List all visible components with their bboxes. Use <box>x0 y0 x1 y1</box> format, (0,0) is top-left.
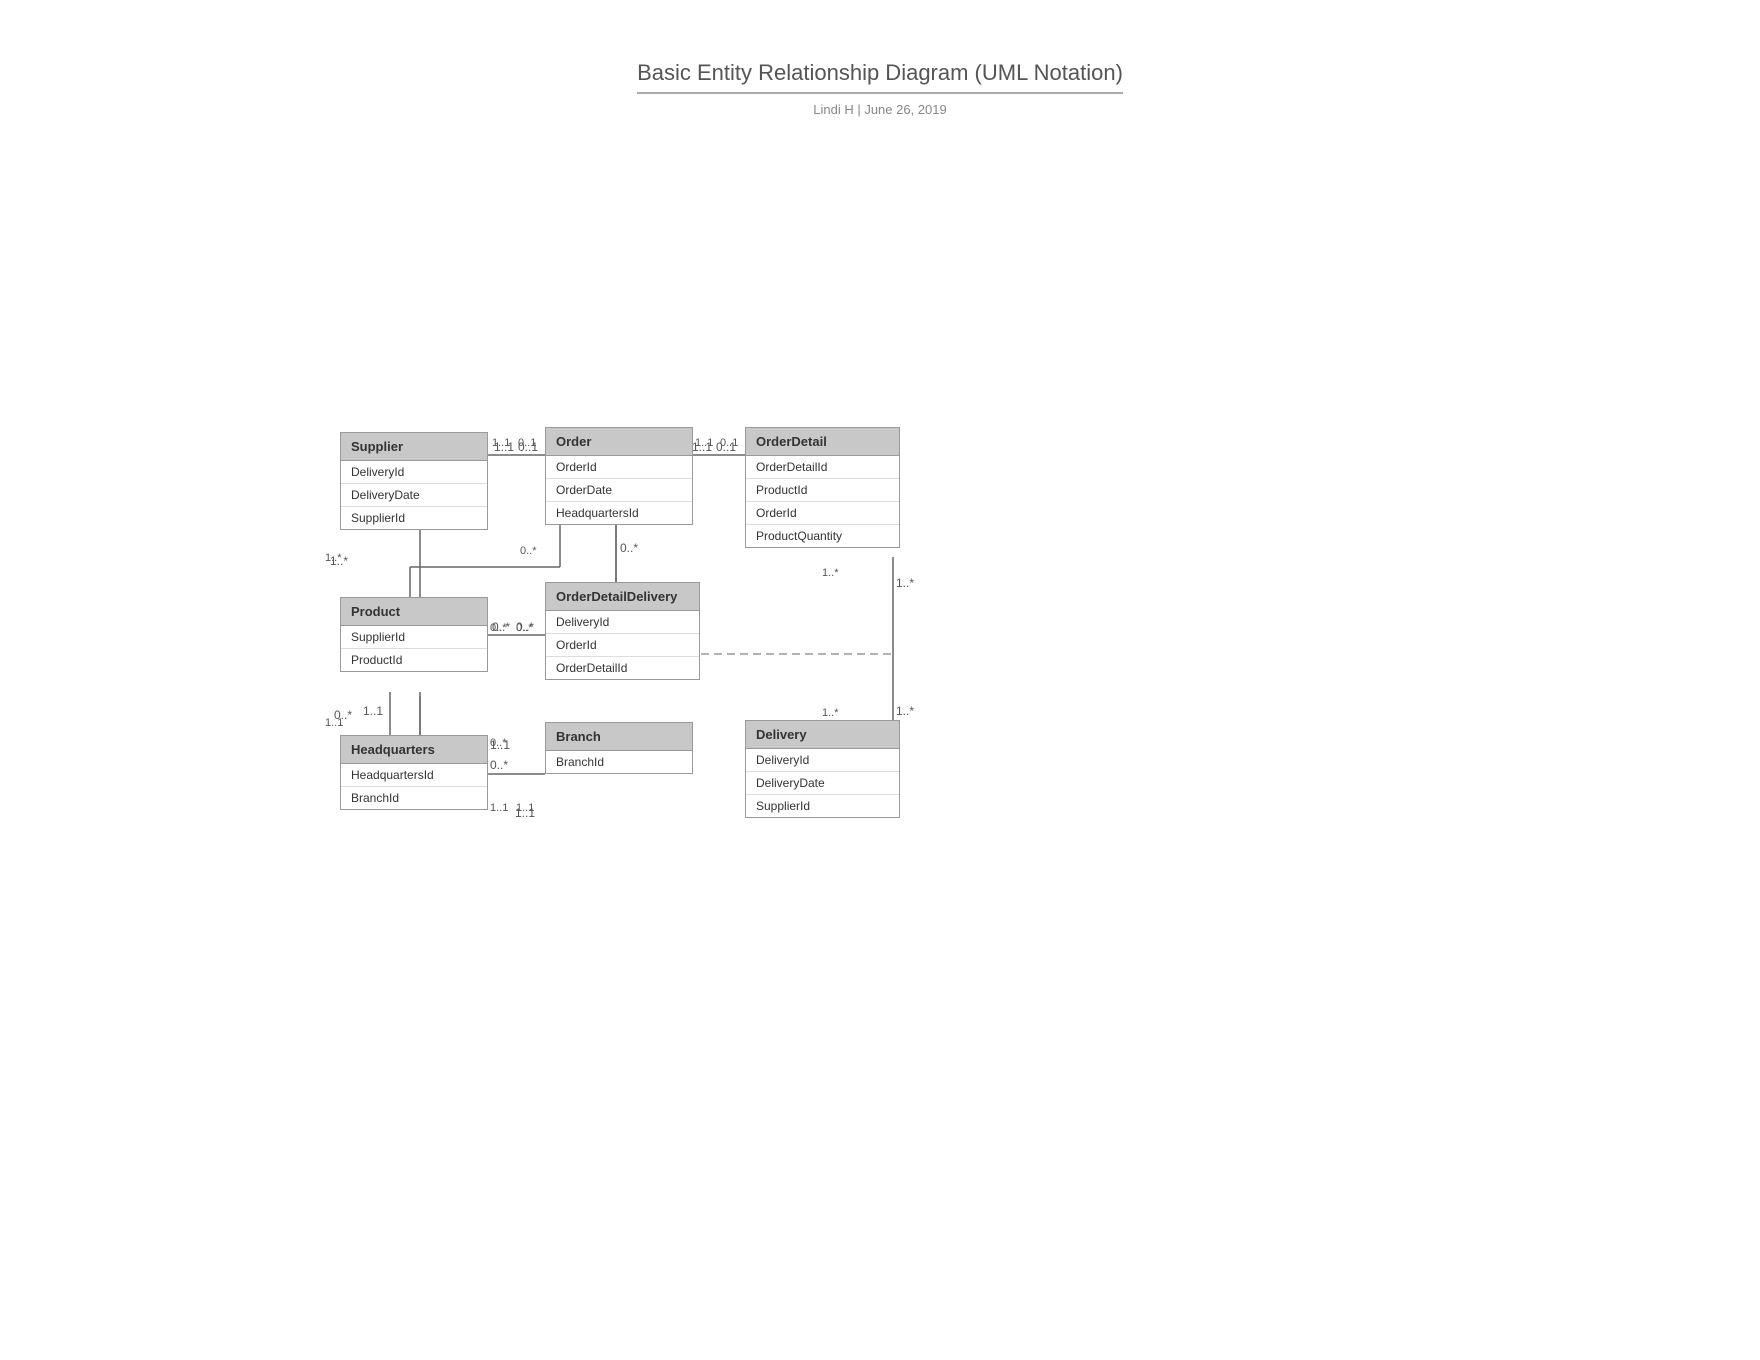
headquarters-body: HeadquartersId BranchId <box>341 764 487 809</box>
rel-label-supplier-product: 1..* <box>325 552 342 564</box>
rel-label-order-orderdetail-start: 1..1 <box>695 437 713 449</box>
rel-label-order-orderdetail-end: 0..1 <box>720 437 738 449</box>
delivery-field-1: DeliveryId <box>746 749 899 772</box>
rel-label-hq-branch-start: 0..* <box>490 737 507 749</box>
branch-header: Branch <box>546 723 692 751</box>
orderdetaildelivery-field-1: DeliveryId <box>546 611 699 634</box>
rel-label-branch-bottom: 1..1 <box>490 802 508 814</box>
rel-label-supplier-order-start: 1..1 <box>492 437 510 449</box>
supplier-header: Supplier <box>341 433 487 461</box>
order-body: OrderId OrderDate HeadquartersId <box>546 456 692 524</box>
delivery-entity: Delivery DeliveryId DeliveryDate Supplie… <box>745 720 900 818</box>
rel-label-product-hq: 1..1 <box>325 717 343 729</box>
delivery-field-3: SupplierId <box>746 795 899 817</box>
headquarters-field-2: BranchId <box>341 787 487 809</box>
diagram-svg: 1..1 0..1 1..1 0..1 0..* 1..* 1..* 1..* … <box>0 167 1760 1267</box>
svg-text:1..*: 1..* <box>896 576 914 590</box>
orderdetail-entity: OrderDetail OrderDetailId ProductId Orde… <box>745 427 900 548</box>
headquarters-header: Headquarters <box>341 736 487 764</box>
page-title: Basic Entity Relationship Diagram (UML N… <box>637 60 1123 94</box>
supplier-field-2: DeliveryDate <box>341 484 487 507</box>
orderdetail-header: OrderDetail <box>746 428 899 456</box>
orderdetail-field-4: ProductQuantity <box>746 525 899 547</box>
orderdetail-field-3: OrderId <box>746 502 899 525</box>
orderdetail-field-2: ProductId <box>746 479 899 502</box>
svg-text:0..*: 0..* <box>620 541 638 555</box>
delivery-header: Delivery <box>746 721 899 749</box>
orderdetaildelivery-field-2: OrderId <box>546 634 699 657</box>
order-header: Order <box>546 428 692 456</box>
orderdetaildelivery-body: DeliveryId OrderId OrderDetailId <box>546 611 699 679</box>
headquarters-entity: Headquarters HeadquartersId BranchId <box>340 735 488 810</box>
orderdetail-body: OrderDetailId ProductId OrderId ProductQ… <box>746 456 899 547</box>
rel-label-orderdetail-delivery-bottom: 1..* <box>822 707 839 719</box>
supplier-field-1: DeliveryId <box>341 461 487 484</box>
orderdetaildelivery-header: OrderDetailDelivery <box>546 583 699 611</box>
product-header: Product <box>341 598 487 626</box>
rel-label-orderdetail-delivery-top: 1..* <box>822 567 839 579</box>
branch-entity: Branch BranchId <box>545 722 693 774</box>
supplier-entity: Supplier DeliveryId DeliveryDate Supplie… <box>340 432 488 530</box>
supplier-body: DeliveryId DeliveryDate SupplierId <box>341 461 487 529</box>
order-field-1: OrderId <box>546 456 692 479</box>
order-field-3: HeadquartersId <box>546 502 692 524</box>
supplier-field-3: SupplierId <box>341 507 487 529</box>
delivery-body: DeliveryId DeliveryDate SupplierId <box>746 749 899 817</box>
orderdetail-field-1: OrderDetailId <box>746 456 899 479</box>
branch-field-1: BranchId <box>546 751 692 773</box>
headquarters-field-1: HeadquartersId <box>341 764 487 787</box>
svg-text:1..*: 1..* <box>896 704 914 718</box>
branch-body: BranchId <box>546 751 692 773</box>
rel-label-product-odd-start: 0..* <box>490 622 507 634</box>
diagram-area: 1..1 0..1 1..1 0..1 0..* 1..* 1..* 1..* … <box>0 167 1760 1267</box>
product-field-2: ProductId <box>341 649 487 671</box>
orderdetaildelivery-field-3: OrderDetailId <box>546 657 699 679</box>
rel-label-order-odd: 0..* <box>520 545 537 557</box>
rel-label-hq-branch-end: 1..1 <box>516 802 534 814</box>
title-area: Basic Entity Relationship Diagram (UML N… <box>0 0 1760 127</box>
product-body: SupplierId ProductId <box>341 626 487 671</box>
order-entity: Order OrderId OrderDate HeadquartersId <box>545 427 693 525</box>
product-field-1: SupplierId <box>341 626 487 649</box>
page-subtitle: Lindi H | June 26, 2019 <box>0 102 1760 117</box>
svg-text:1..1: 1..1 <box>363 704 383 718</box>
rel-label-product-odd-end: 0..* <box>516 622 533 634</box>
svg-text:0..*: 0..* <box>490 758 508 772</box>
orderdetaildelivery-entity: OrderDetailDelivery DeliveryId OrderId O… <box>545 582 700 680</box>
order-field-2: OrderDate <box>546 479 692 502</box>
delivery-field-2: DeliveryDate <box>746 772 899 795</box>
product-entity: Product SupplierId ProductId <box>340 597 488 672</box>
rel-label-supplier-order-end: 0..1 <box>518 437 536 449</box>
